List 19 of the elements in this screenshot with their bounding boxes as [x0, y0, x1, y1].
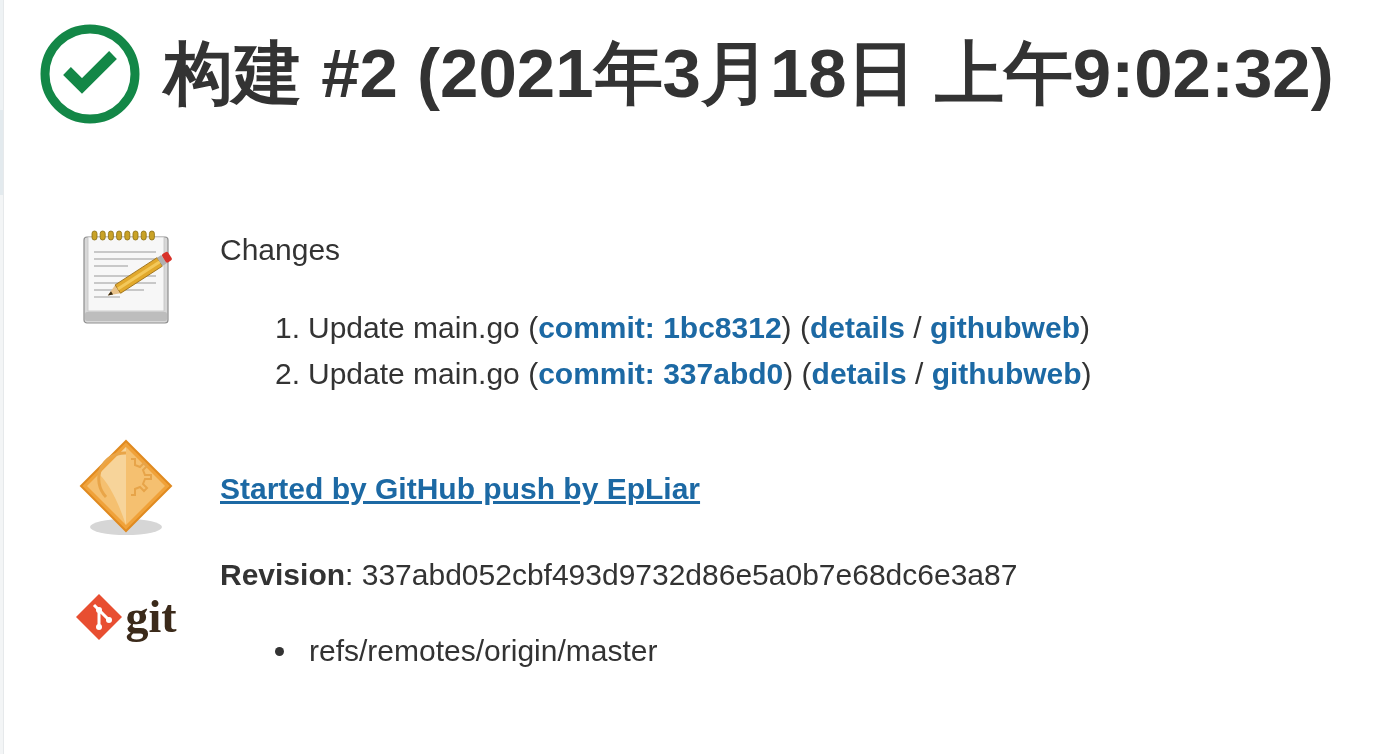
bullet-icon [275, 646, 284, 656]
change-entry: Update main.go (commit: 337abd0) (details / githubweb) [308, 356, 1092, 392]
list-number: 2. [275, 356, 302, 392]
branch-ref: refs/remotes/origin/master [309, 633, 658, 669]
change-link[interactable]: commit: 337abd0 [538, 357, 784, 390]
branch-diamond-icon [75, 592, 124, 641]
revision-text: Revision: 337abd052cbf493d9732d86e5a0b7e68dc6e3a87 [220, 557, 1018, 593]
logo-wordmark: git [125, 592, 177, 641]
change-link[interactable]: details [809, 311, 905, 344]
changes-heading: Changes [220, 232, 341, 268]
change-link[interactable]: githubweb [931, 357, 1082, 390]
list-number: 1. [275, 310, 302, 346]
notepad-pencil-icon [80, 228, 172, 326]
change-entry: Update main.go (commit: 1bc8312) (details / githubweb) [308, 310, 1090, 346]
change-link[interactable]: commit: 1bc8312 [538, 311, 782, 344]
change-link[interactable]: githubweb [930, 311, 1080, 344]
cause-link[interactable]: Started by GitHub push by EpLiar [220, 472, 701, 505]
change-link[interactable]: details [811, 357, 907, 390]
build-title: 构建 #2 (2021年3月18日 上午9:02:32) [164, 34, 1334, 114]
